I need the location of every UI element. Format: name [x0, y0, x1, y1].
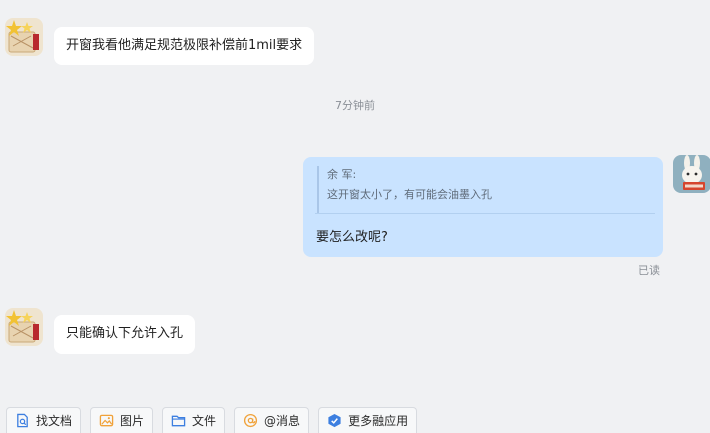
folder-icon	[171, 415, 186, 427]
message-text: 只能确认下允许入孔	[66, 326, 184, 341]
quote-text: 这开窗太小了，有可能会油墨入孔	[327, 188, 492, 201]
quoted-message[interactable]: 余 军: 这开窗太小了，有可能会油墨入孔	[317, 166, 653, 213]
contact-avatar[interactable]	[5, 18, 43, 56]
rabbit-avatar-icon	[673, 155, 710, 193]
star-avatar-icon	[5, 308, 43, 346]
find-doc-button[interactable]: 找文档	[6, 407, 82, 433]
quote-divider	[315, 213, 655, 214]
contact-avatar[interactable]	[5, 308, 43, 346]
image-icon	[99, 414, 114, 427]
toolbar-label: 图片	[120, 414, 145, 428]
input-toolbar: 找文档 图片 文件 @消息 更多融应用	[6, 407, 418, 433]
own-avatar[interactable]	[673, 155, 710, 193]
image-button[interactable]: 图片	[90, 407, 154, 433]
more-apps-button[interactable]: 更多融应用	[318, 407, 418, 433]
star-avatar-icon	[5, 18, 43, 56]
toolbar-label: 找文档	[36, 414, 73, 428]
own-message-bubble[interactable]: 余 军: 这开窗太小了，有可能会油墨入孔 要怎么改呢?	[303, 157, 663, 257]
message-bubble[interactable]: 只能确认下允许入孔	[54, 315, 196, 354]
toolbar-label: 文件	[192, 414, 217, 428]
find-doc-icon	[17, 413, 28, 428]
file-button[interactable]: 文件	[162, 407, 226, 433]
toolbar-label: @消息	[264, 414, 301, 428]
chat-window: 开窗我看他满足规范极限补偿前1mil要求 7分钟前 余 军: 这开窗太小了，有可…	[0, 0, 710, 433]
message-bubble[interactable]: 开窗我看他满足规范极限补偿前1mil要求	[54, 27, 315, 65]
mention-button[interactable]: @消息	[234, 407, 310, 433]
message-timestamp: 7分钟前	[335, 99, 375, 112]
quote-author: 余 军:	[327, 168, 357, 181]
message-text: 开窗我看他满足规范极限补偿前1mil要求	[66, 38, 303, 53]
message-text: 要怎么改呢?	[316, 230, 388, 245]
toolbar-label: 更多融应用	[348, 414, 409, 428]
apps-icon	[328, 413, 341, 428]
at-icon	[243, 413, 258, 428]
read-status: 已读	[638, 264, 660, 277]
